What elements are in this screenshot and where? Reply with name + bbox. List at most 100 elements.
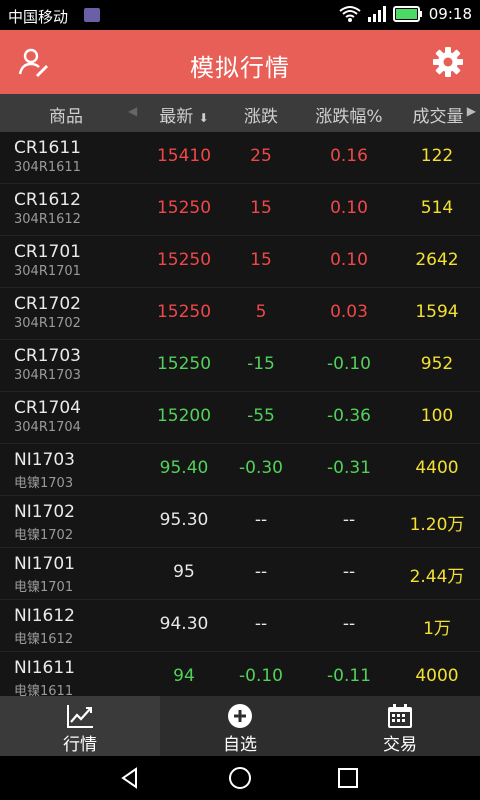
- row-change: 15: [250, 198, 272, 218]
- row-volume: 122: [420, 146, 454, 166]
- row-code: CR1702: [14, 294, 81, 314]
- row-volume: 514: [420, 198, 454, 218]
- row-volume: 1.20万: [409, 515, 465, 535]
- row-subname: 电镍1702: [14, 528, 74, 543]
- row-latest: 15250: [156, 354, 212, 374]
- row-volume: 952: [420, 354, 454, 374]
- row-code: NI1702: [14, 502, 75, 522]
- row-latest: 15250: [156, 250, 212, 270]
- row-latest: 95.40: [159, 458, 209, 478]
- row-subname: 电镍1701: [14, 580, 74, 595]
- tab-quotes-label: 行情: [63, 735, 97, 755]
- row-code: CR1611: [14, 138, 81, 158]
- row-change: --: [254, 510, 268, 530]
- row-subname: 304R1701: [14, 264, 81, 279]
- battery-icon: [392, 6, 422, 22]
- row-change-pct: 0.10: [330, 198, 368, 218]
- back-icon[interactable]: [118, 766, 142, 790]
- row-volume: 2642: [415, 250, 459, 270]
- col-change-pct[interactable]: 涨跌幅%: [300, 102, 398, 127]
- sort-down-icon: ⬇: [198, 111, 209, 125]
- row-volume: 4400: [415, 458, 459, 478]
- row-change: 15: [250, 250, 272, 270]
- recents-icon[interactable]: [336, 766, 360, 790]
- title-bar: 模拟行情: [0, 30, 480, 94]
- row-latest: 15250: [156, 302, 212, 322]
- table-row[interactable]: NI1611 电镍1611 94 -0.10 -0.11 4000: [0, 652, 480, 696]
- home-icon[interactable]: [228, 766, 252, 790]
- row-subname: 304R1612: [14, 212, 81, 227]
- row-subname: 电镍1612: [14, 632, 74, 647]
- row-code: NI1611: [14, 658, 75, 678]
- col-product[interactable]: 商品: [22, 102, 110, 127]
- sim-icon: [84, 8, 100, 22]
- tab-trade[interactable]: 交易: [320, 696, 480, 756]
- col-latest[interactable]: 最新 ⬇: [140, 102, 228, 127]
- scroll-right-icon: ▶: [466, 104, 476, 118]
- page-title: 模拟行情: [190, 54, 290, 82]
- tab-watchlist[interactable]: 自选: [160, 696, 320, 756]
- signal-icon: [367, 6, 386, 22]
- row-change: -55: [247, 406, 275, 426]
- table-row[interactable]: NI1701 电镍1701 95 -- -- 2.44万: [0, 548, 480, 600]
- row-subname: 304R1704: [14, 420, 81, 435]
- table-row[interactable]: CR1612 304R1612 15250 15 0.10 514: [0, 184, 480, 236]
- row-change: -0.10: [239, 666, 283, 686]
- row-change-pct: 0.16: [330, 146, 368, 166]
- system-nav-bar: [0, 756, 480, 800]
- row-change: 5: [255, 302, 267, 322]
- tab-quotes[interactable]: 行情: [0, 696, 160, 756]
- plus-circle-icon: [228, 704, 252, 728]
- table-row[interactable]: CR1704 304R1704 15200 -55 -0.36 100: [0, 392, 480, 444]
- col-change[interactable]: 涨跌: [225, 102, 297, 127]
- row-latest: 95: [173, 562, 195, 582]
- row-subname: 304R1702: [14, 316, 81, 331]
- row-code: CR1612: [14, 190, 81, 210]
- row-code: CR1703: [14, 346, 81, 366]
- table-row[interactable]: CR1702 304R1702 15250 5 0.03 1594: [0, 288, 480, 340]
- carrier-label: 中国移动: [8, 8, 69, 26]
- quote-list: CR1611 304R1611 15410 25 0.16 122 CR1612 304R16…: [0, 132, 480, 696]
- chart-line-icon: [67, 705, 93, 728]
- row-code: NI1612: [14, 606, 75, 626]
- row-change-pct: --: [342, 510, 356, 530]
- row-change-pct: 0.03: [330, 302, 368, 322]
- row-subname: 304R1611: [14, 160, 81, 175]
- row-change-pct: -0.11: [327, 666, 371, 686]
- table-row[interactable]: CR1611 304R1611 15410 25 0.16 122: [0, 132, 480, 184]
- row-volume: 2.44万: [409, 567, 465, 587]
- row-latest: 94.30: [159, 614, 209, 634]
- clock: 09:18: [428, 5, 472, 23]
- row-change-pct: 0.10: [330, 250, 368, 270]
- row-code: CR1701: [14, 242, 81, 262]
- row-volume: 100: [420, 406, 454, 426]
- row-change: 25: [250, 146, 272, 166]
- scroll-left-icon: ◀: [128, 104, 138, 118]
- row-change-pct: --: [342, 562, 356, 582]
- status-icons: 09:18: [339, 5, 472, 23]
- col-latest-label: 最新: [159, 107, 194, 127]
- row-subname: 电镍1611: [14, 684, 74, 696]
- row-volume: 1万: [423, 619, 451, 639]
- table-row[interactable]: NI1612 电镍1612 94.30 -- -- 1万: [0, 600, 480, 652]
- row-latest: 15250: [156, 198, 212, 218]
- table-header: 商品 ◀ 最新 ⬇ 涨跌 涨跌幅% 成交量 ▶: [0, 94, 480, 132]
- calendar-icon: [388, 704, 412, 728]
- row-change-pct: -0.10: [327, 354, 371, 374]
- row-code: NI1701: [14, 554, 75, 574]
- row-change: -15: [247, 354, 275, 374]
- row-code: CR1704: [14, 398, 81, 418]
- row-code: NI1703: [14, 450, 75, 470]
- table-row[interactable]: CR1703 304R1703 15250 -15 -0.10 952: [0, 340, 480, 392]
- row-change-pct: --: [342, 614, 356, 634]
- tab-watchlist-label: 自选: [223, 735, 257, 755]
- bottom-tab-bar: 行情 自选 交易: [0, 696, 480, 756]
- status-bar: 中国移动 09:18: [0, 0, 480, 30]
- row-change: --: [254, 562, 268, 582]
- table-row[interactable]: CR1701 304R1701 15250 15 0.10 2642: [0, 236, 480, 288]
- table-row[interactable]: NI1702 电镍1702 95.30 -- -- 1.20万: [0, 496, 480, 548]
- row-latest: 15410: [156, 146, 212, 166]
- table-row[interactable]: NI1703 电镍1703 95.40 -0.30 -0.31 4400: [0, 444, 480, 496]
- row-latest: 94: [173, 666, 195, 686]
- gear-icon[interactable]: [432, 46, 464, 78]
